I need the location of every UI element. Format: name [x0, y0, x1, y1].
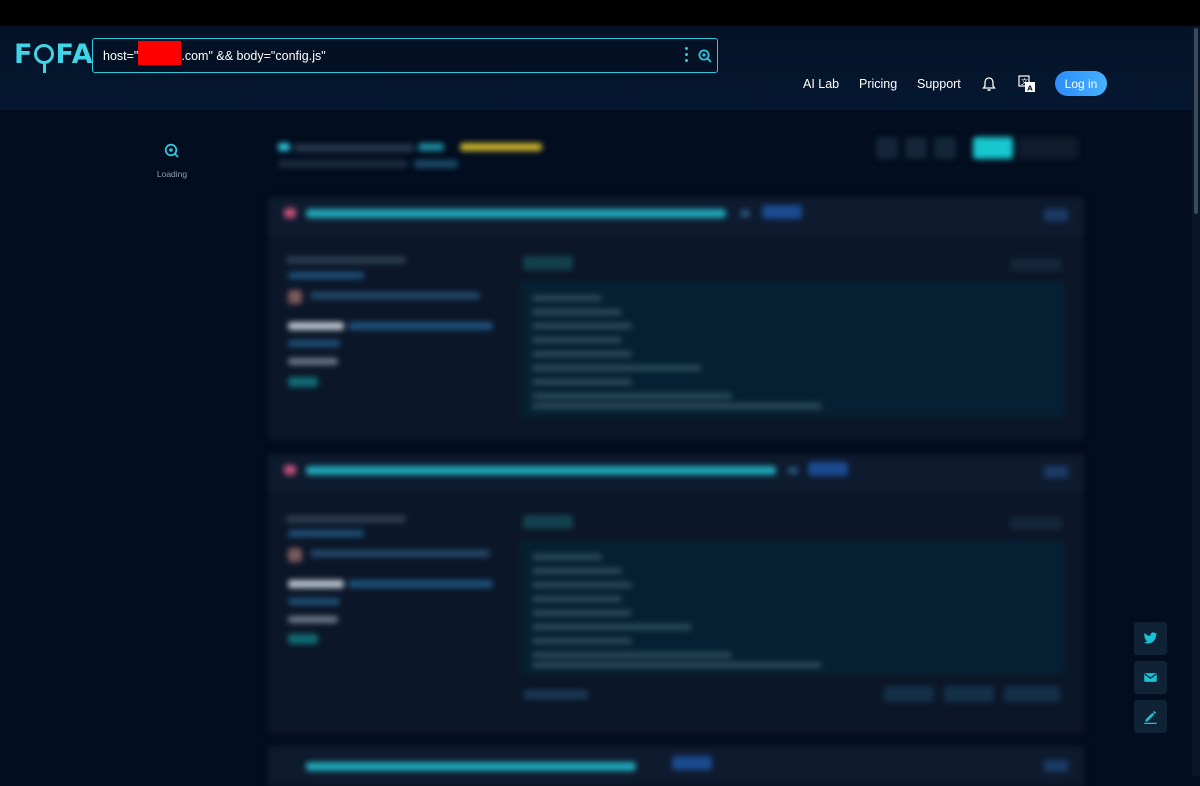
search-input[interactable]: host=" .com" && body="config.js" [103, 41, 326, 65]
toolbar-button[interactable] [905, 137, 927, 159]
query-prefix: host=" [103, 48, 139, 63]
edit-icon [1144, 710, 1157, 724]
translate-icon[interactable]: 文 A [1018, 75, 1036, 93]
results-summary [278, 143, 543, 152]
results-subtext [278, 160, 468, 168]
login-button[interactable]: Log in [1055, 71, 1107, 96]
query-suffix: .com" && body="config.js" [181, 48, 326, 63]
fofa-logo[interactable]: F FA [14, 38, 94, 73]
search-bar[interactable]: host=" .com" && body="config.js" [92, 38, 718, 73]
twitter-button[interactable] [1134, 622, 1167, 655]
twitter-icon [1143, 632, 1158, 644]
feedback-button[interactable] [1134, 700, 1167, 733]
response-body [520, 281, 1064, 417]
redaction-box [138, 41, 182, 65]
view-toggle-active[interactable] [973, 137, 1013, 159]
toolbar-button[interactable] [876, 137, 898, 159]
result-card [268, 746, 1084, 786]
results-area-blurred [0, 110, 1200, 786]
toolbar-button[interactable] [934, 137, 956, 159]
response-body [520, 540, 1064, 674]
logo-magnifier-o [34, 44, 55, 73]
result-card [268, 197, 1084, 440]
mail-icon [1144, 673, 1157, 682]
top-strip [0, 0, 1200, 26]
search-icon[interactable] [698, 49, 712, 63]
header: F FA host=" .com" && body="config.js" AI L… [0, 26, 1200, 110]
bell-icon[interactable] [981, 76, 997, 92]
email-button[interactable] [1134, 661, 1167, 694]
scrollbar-thumb[interactable] [1194, 28, 1198, 214]
result-card [268, 454, 1084, 734]
nav-pricing[interactable]: Pricing [859, 77, 897, 91]
nav-ai-lab[interactable]: AI Lab [803, 77, 839, 91]
view-toggle[interactable] [1018, 137, 1078, 159]
nav-support[interactable]: Support [917, 77, 961, 91]
svg-text:A: A [1027, 85, 1033, 93]
kebab-menu-icon[interactable] [685, 47, 689, 65]
